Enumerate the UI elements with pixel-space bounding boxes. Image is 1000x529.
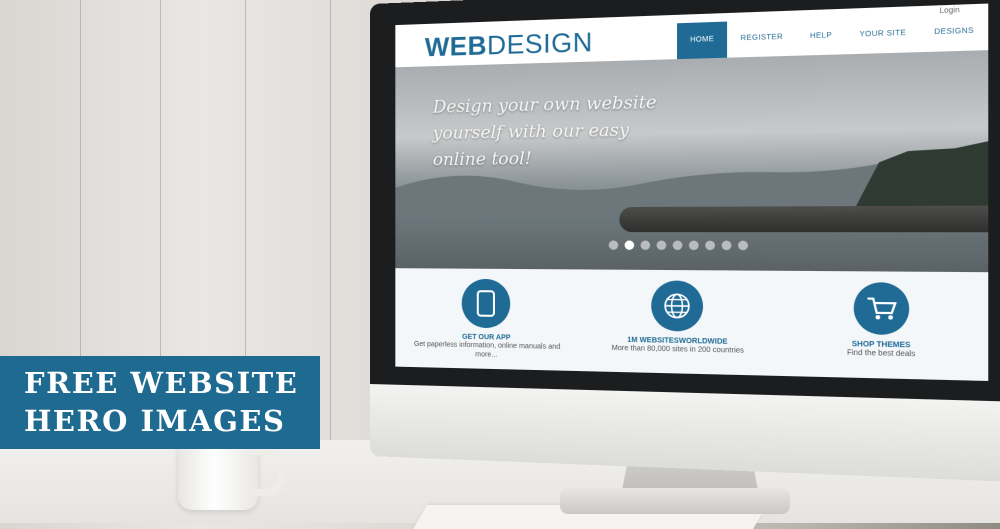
nav-home[interactable]: HOME <box>677 22 727 60</box>
slider-dot[interactable] <box>738 241 748 251</box>
feature-shop-themes[interactable]: SHOP THEMES Find the best deals <box>796 271 969 381</box>
mug-handle <box>252 448 285 496</box>
slider-dot[interactable] <box>641 240 651 249</box>
feature-get-app[interactable]: GET OUR APP Get paperless information, o… <box>411 268 563 370</box>
hero-headline: Design your own website yourself with ou… <box>433 89 660 173</box>
site-logo[interactable]: WEBDESIGN <box>425 26 593 63</box>
banner-line-2: HERO IMAGES <box>24 404 285 438</box>
logo-bold: WEB <box>425 30 487 62</box>
nav-designs[interactable]: DESIGNS <box>920 12 988 52</box>
title-banner: FREE WEBSITE HERO IMAGES <box>0 356 320 449</box>
slider-dot[interactable] <box>722 241 732 251</box>
computer-monitor: WEBDESIGN Login HOME REGISTER HELP YOUR … <box>370 0 1000 482</box>
logo-regular: DESIGN <box>487 26 593 60</box>
slider-dots <box>609 240 748 250</box>
website-screen: WEBDESIGN Login HOME REGISTER HELP YOUR … <box>395 4 988 381</box>
feature-subtitle: More than 80,000 sites in 200 countries <box>597 343 759 356</box>
monitor-stand-base <box>560 488 790 514</box>
features-row: GET OUR APP Get paperless information, o… <box>395 268 988 381</box>
globe-icon <box>651 280 703 331</box>
nav-register[interactable]: REGISTER <box>727 19 796 58</box>
slider-dot[interactable] <box>673 241 683 251</box>
tablet-icon <box>462 279 511 329</box>
slider-dot[interactable] <box>657 241 667 250</box>
slider-dot-active[interactable] <box>625 240 635 249</box>
nav-help[interactable]: HELP <box>796 17 845 55</box>
cart-icon <box>853 282 908 335</box>
monitor-bezel: WEBDESIGN Login HOME REGISTER HELP YOUR … <box>370 0 1000 402</box>
feature-subtitle: Find the best deals <box>796 347 969 360</box>
slider-dot[interactable] <box>689 241 699 251</box>
hero-image: Design your own website yourself with ou… <box>395 50 988 272</box>
feature-subtitle: Get paperless information, online manual… <box>411 340 563 362</box>
banner-line-1: FREE WEBSITE <box>24 366 298 400</box>
nav-your-site[interactable]: YOUR SITE <box>846 15 920 54</box>
slider-dot[interactable] <box>705 241 715 251</box>
slider-dot[interactable] <box>609 240 619 249</box>
feature-websites[interactable]: 1M WEBSITESWORLDWIDE More than 80,000 si… <box>597 270 759 376</box>
hero-pier <box>619 206 988 233</box>
